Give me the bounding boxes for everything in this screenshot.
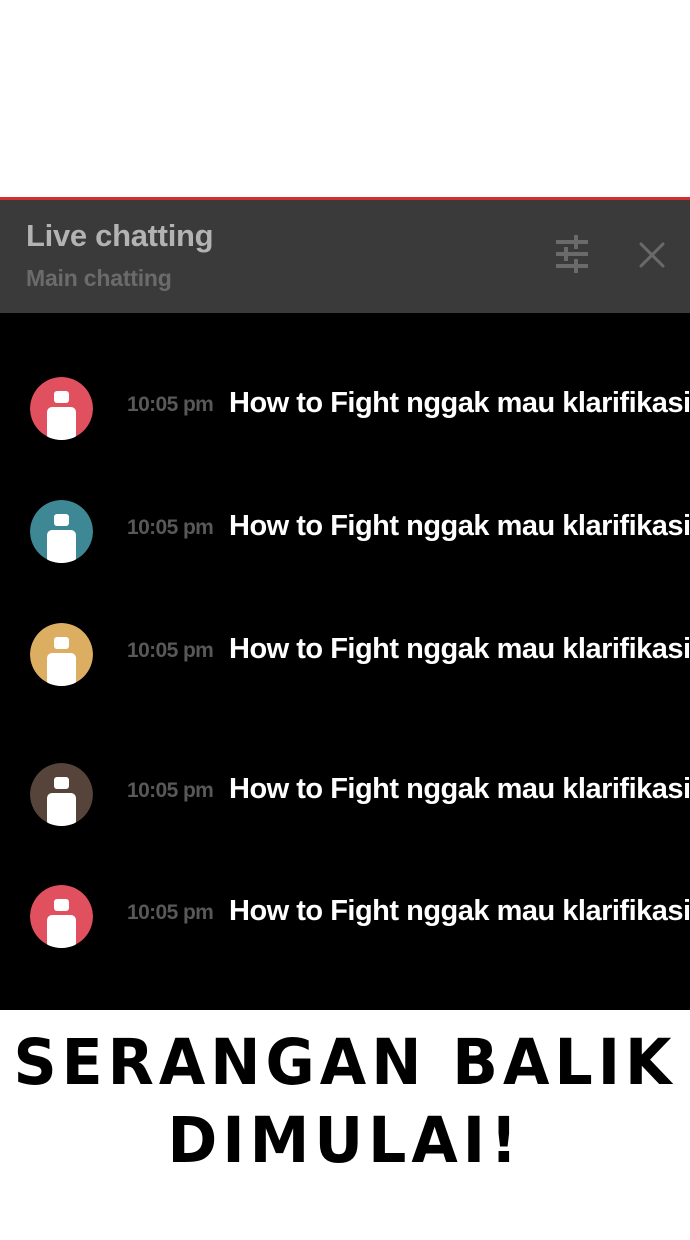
chat-message-list[interactable]: 10:05 pm How to Fight nggak mau klarifik… xyxy=(0,313,690,1010)
avatar[interactable] xyxy=(30,885,93,948)
avatar[interactable] xyxy=(30,623,93,686)
message-text: How to Fight nggak mau klarifikasi? xyxy=(229,510,690,542)
chat-message: 10:05 pm How to Fight nggak mau klarifik… xyxy=(0,881,690,951)
chat-subtitle: Main chatting xyxy=(26,265,172,291)
chat-header: Live chatting Main chatting xyxy=(0,200,690,313)
chat-message: 10:05 pm How to Fight nggak mau klarifik… xyxy=(0,759,690,829)
close-button[interactable] xyxy=(630,233,674,277)
user-avatar-icon xyxy=(30,763,93,826)
message-time: 10:05 pm xyxy=(127,779,214,802)
top-blank-area xyxy=(0,0,690,197)
caption-area: SERANGAN BALIK DIMULAI! xyxy=(0,1010,690,1240)
message-time: 10:05 pm xyxy=(127,639,214,662)
avatar[interactable] xyxy=(30,763,93,826)
message-text: How to Fight nggak mau klarifikasi? xyxy=(229,773,690,805)
filter-button[interactable] xyxy=(548,230,594,276)
chat-message: 10:05 pm How to Fight nggak mau klarifik… xyxy=(0,373,690,443)
message-text: How to Fight nggak mau klarifikasi? xyxy=(229,895,690,927)
close-icon xyxy=(639,242,665,268)
user-avatar-icon xyxy=(30,500,93,563)
user-avatar-icon xyxy=(30,885,93,948)
avatar[interactable] xyxy=(30,500,93,563)
caption-line-2: DIMULAI! xyxy=(167,1104,523,1178)
user-avatar-icon xyxy=(30,623,93,686)
message-time: 10:05 pm xyxy=(127,393,214,416)
caption-line-1: SERANGAN BALIK xyxy=(13,1026,677,1100)
user-avatar-icon xyxy=(30,377,93,440)
chat-title: Live chatting xyxy=(26,218,214,253)
chat-message: 10:05 pm How to Fight nggak mau klarifik… xyxy=(0,619,690,689)
message-time: 10:05 pm xyxy=(127,516,214,539)
chat-message: 10:05 pm How to Fight nggak mau klarifik… xyxy=(0,496,690,566)
sliders-icon xyxy=(556,235,588,273)
message-text: How to Fight nggak mau klarifikasi? xyxy=(229,387,690,419)
message-time: 10:05 pm xyxy=(127,901,214,924)
message-text: How to Fight nggak mau klarifikasi? xyxy=(229,633,690,665)
avatar[interactable] xyxy=(30,377,93,440)
